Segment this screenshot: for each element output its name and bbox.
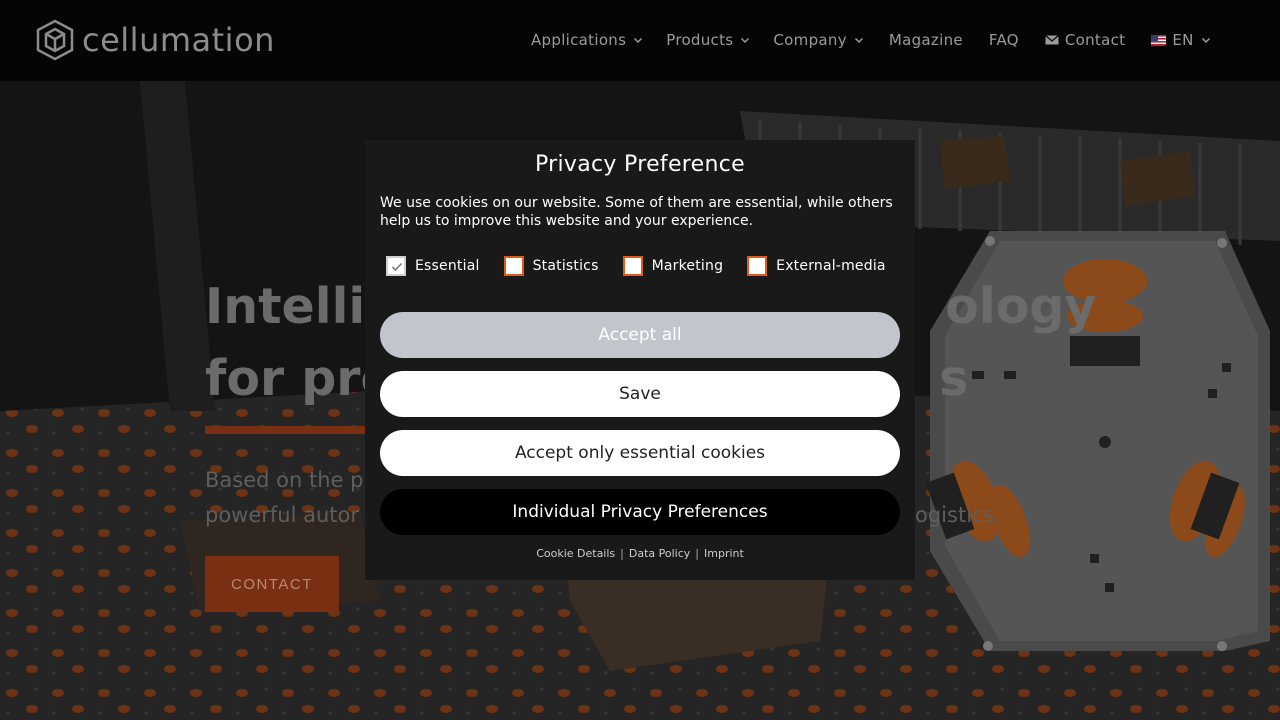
- chevron-down-icon: [741, 37, 750, 44]
- hero-title-line2-end: s: [939, 350, 969, 407]
- dialog-description: We use cookies on our website. Some of t…: [380, 195, 893, 229]
- nav-item-label: Contact: [1064, 31, 1126, 49]
- chevron-down-icon: [854, 37, 863, 44]
- nav-item-label: Products: [666, 31, 734, 49]
- language-switcher[interactable]: EN: [1151, 31, 1210, 49]
- nav-item-faq[interactable]: FAQ: [989, 31, 1019, 49]
- checkbox-marketing[interactable]: [622, 256, 643, 276]
- us-flag-icon: [1151, 34, 1167, 46]
- hero-subtitle-line2-end: ogistics.: [915, 503, 1002, 527]
- nav-item-contact[interactable]: Contact: [1044, 31, 1126, 49]
- consent-label: Statistics: [532, 258, 599, 274]
- consent-label: External-media: [776, 258, 886, 274]
- save-button[interactable]: Save: [380, 371, 900, 417]
- consent-label: Essential: [415, 258, 480, 274]
- nav-item-company[interactable]: Company: [773, 31, 863, 49]
- chevron-down-icon: [1201, 37, 1210, 44]
- brand-name: cellumation: [82, 21, 275, 59]
- individual-preferences-button[interactable]: Individual Privacy Preferences: [380, 489, 900, 535]
- mail-icon: [1044, 35, 1059, 45]
- nav-item-applications[interactable]: Applications: [531, 31, 643, 49]
- accept-essential-button[interactable]: Accept only essential cookies: [380, 430, 900, 476]
- nav-item-products[interactable]: Products: [666, 31, 750, 49]
- check-icon: [391, 262, 403, 272]
- consent-statistics[interactable]: Statistics: [503, 256, 599, 276]
- dialog-footer-links: Cookie Details | Data Policy | Imprint: [365, 547, 915, 560]
- privacy-preference-dialog: Privacy Preference We use cookies on our…: [365, 140, 915, 580]
- link-separator: |: [695, 547, 699, 560]
- checkbox-statistics[interactable]: [503, 256, 524, 276]
- imprint-link[interactable]: Imprint: [704, 547, 744, 560]
- brand-logo[interactable]: cellumation: [34, 19, 275, 61]
- nav-item-label: Magazine: [888, 31, 963, 49]
- checkbox-external-media[interactable]: [747, 256, 768, 276]
- consent-options: Essential Statistics Marketing External-…: [386, 256, 886, 276]
- consent-marketing[interactable]: Marketing: [622, 256, 724, 276]
- cookie-details-link[interactable]: Cookie Details: [536, 547, 615, 560]
- link-separator: |: [620, 547, 624, 560]
- accept-all-button[interactable]: Accept all: [380, 312, 900, 358]
- nav-item-label: Company: [773, 31, 847, 49]
- consent-essential[interactable]: Essential: [386, 256, 480, 276]
- language-label: EN: [1172, 31, 1194, 49]
- logo-cube-icon: [36, 19, 74, 61]
- checkbox-essential[interactable]: [386, 256, 406, 276]
- main-nav: Applications Products Company Magazine F…: [531, 28, 1211, 52]
- nav-item-label: FAQ: [988, 31, 1019, 49]
- hero-subtitle: Based on the p powerful autor ogistics.: [205, 463, 1001, 533]
- hero-title-line1-end: ology: [945, 278, 1097, 335]
- hero-contact-button[interactable]: CONTACT: [205, 556, 339, 612]
- consent-label: Marketing: [651, 258, 724, 274]
- hero-subtitle-line1: Based on the p: [205, 468, 364, 492]
- site-header: cellumation Applications Products Compan…: [0, 0, 1280, 81]
- consent-external-media[interactable]: External-media: [747, 256, 886, 276]
- hero-subtitle-line2: powerful autor: [205, 503, 360, 527]
- nav-item-magazine[interactable]: Magazine: [889, 31, 963, 49]
- data-policy-link[interactable]: Data Policy: [629, 547, 690, 560]
- chevron-down-icon: [634, 37, 643, 44]
- nav-item-label: Applications: [531, 31, 627, 49]
- dialog-title: Privacy Preference: [535, 152, 745, 177]
